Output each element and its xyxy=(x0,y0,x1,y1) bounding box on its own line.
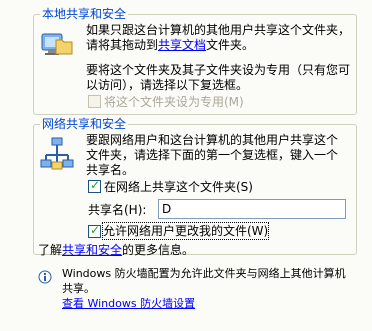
local-desc-line2: 要将这个文件夹及其子文件夹设为专用（只有您可 xyxy=(86,63,351,77)
folder-computer-icon xyxy=(40,26,74,60)
share-name-input[interactable]: D xyxy=(158,199,346,219)
network-sharing-title: 网络共享和安全 xyxy=(40,117,129,131)
check-mark-icon: ✓ xyxy=(90,223,101,237)
learn-more-prefix: 了解 xyxy=(38,243,63,257)
sharing-security-link[interactable]: 共享和安全 xyxy=(62,243,122,257)
check-mark-icon: ✓ xyxy=(90,178,101,192)
local-desc-line3: 以访问），请选择以下复选框。 xyxy=(86,78,249,92)
learn-more: 了解共享和安全的更多信息。 xyxy=(38,242,194,258)
local-desc-line1c-text: 文件夹。 xyxy=(206,38,255,52)
network-desc-line3: 共享名。 xyxy=(86,163,135,177)
shared-documents-link[interactable]: 共享文档 xyxy=(158,38,206,52)
network-icon xyxy=(40,137,74,171)
firewall-settings-link[interactable]: 查看 Windows 防火墙设置 xyxy=(62,296,195,312)
network-desc-line2: 文件夹，请选择下面的第一个复选框，键入一个 xyxy=(86,148,339,162)
share-on-network-label[interactable]: 在网络上共享这个文件夹(S) xyxy=(104,179,253,195)
allow-change-checkbox[interactable]: ✓ xyxy=(88,223,101,238)
network-desc-line1: 要跟网络用户和这台计算机的其他用户共享这个 xyxy=(86,133,339,147)
info-icon xyxy=(38,270,52,284)
allow-change-label[interactable]: 允许网络用户更改我的文件(W) xyxy=(101,222,270,240)
local-desc-line1: 如果只跟这台计算机的其他用户共享这个文件夹， xyxy=(86,23,351,37)
firewall-line1: Windows 防火墙配置为允许此文件夹与网络上其他计算机 xyxy=(62,267,346,280)
private-folder-label[interactable]: 将这个文件夹设为专用(M) xyxy=(104,94,244,110)
firewall-line2: 共享。 xyxy=(62,282,95,295)
private-folder-checkbox[interactable] xyxy=(88,95,101,108)
local-desc-line1b-text: 请将其拖动到 xyxy=(86,38,159,52)
share-name-label: 共享名(H): xyxy=(88,203,147,217)
local-sharing-title: 本地共享和安全 xyxy=(40,7,129,21)
learn-more-suffix: 的更多信息。 xyxy=(122,243,195,257)
local-desc-line1b: 请将其拖动到共享文档文件夹。 xyxy=(86,37,254,53)
share-on-network-checkbox[interactable]: ✓ xyxy=(88,178,101,193)
